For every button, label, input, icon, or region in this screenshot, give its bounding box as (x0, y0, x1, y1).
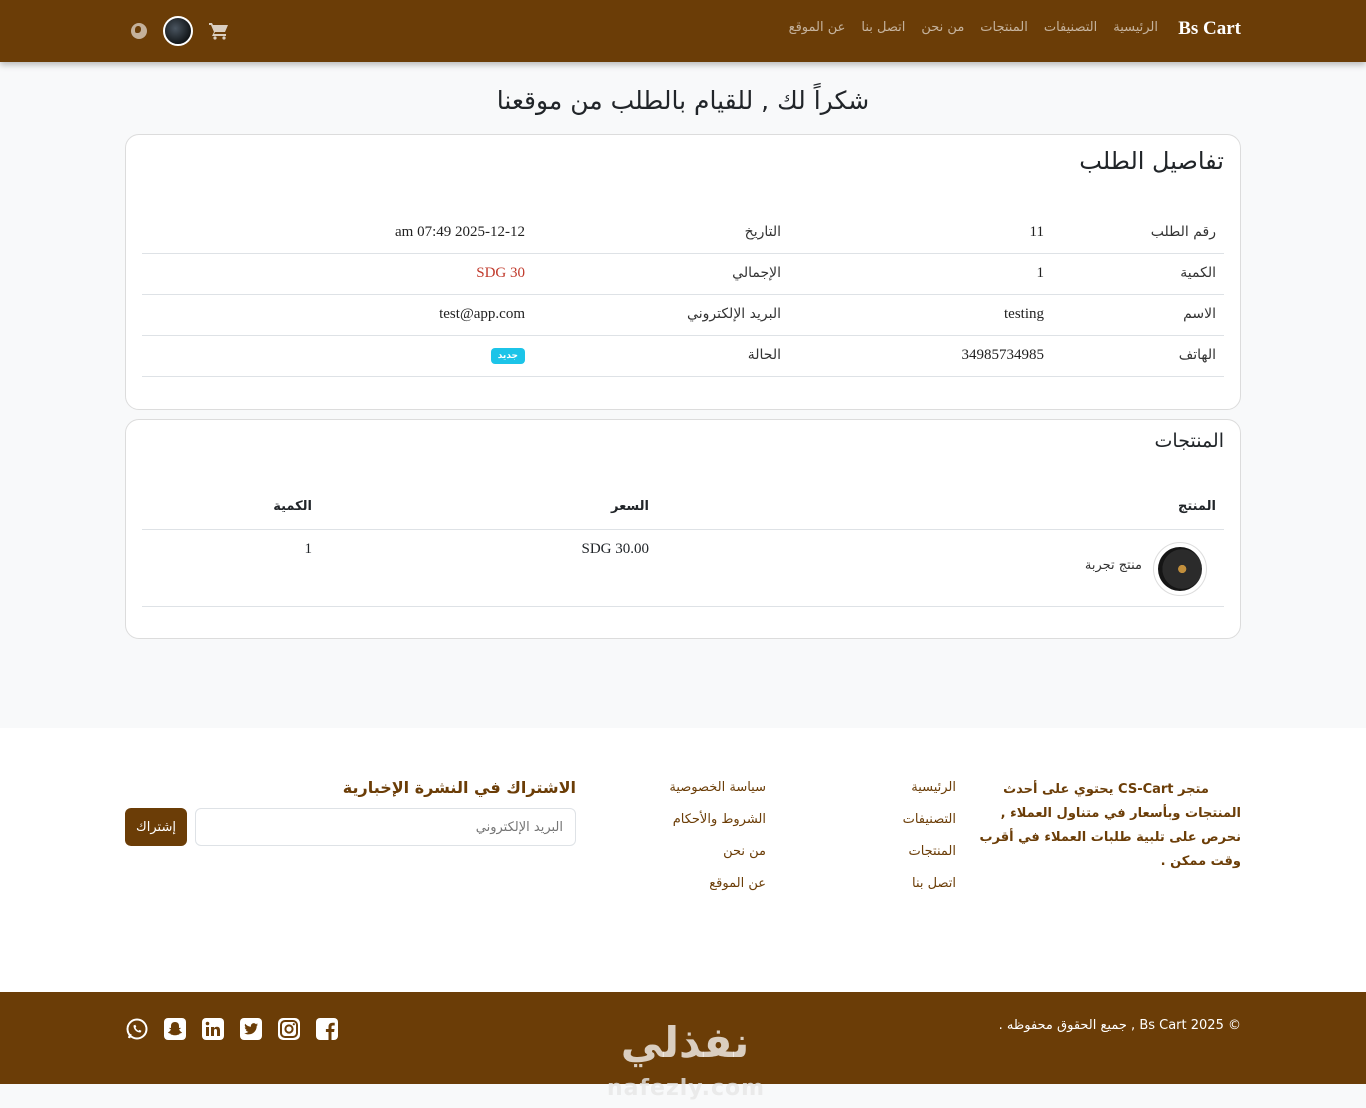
nav-about-site[interactable]: عن الموقع (789, 20, 846, 35)
facebook-icon[interactable] (315, 1017, 339, 1041)
nav-contact[interactable]: اتصل بنا (861, 20, 905, 35)
name-label: الاسم (1183, 306, 1216, 322)
footer-link-about-us[interactable]: من نحن (669, 842, 766, 862)
footer-links-info: سياسة الخصوصية الشروط والأحكام من نحن عن… (669, 778, 766, 894)
footer-about-text: المنتجات وبأسعار في متناول العملاء , نحر… (979, 806, 1242, 869)
nav-categories[interactable]: التصنيفات (1044, 20, 1097, 35)
nav-about-us[interactable]: من نحن (921, 20, 964, 35)
footer-link-privacy[interactable]: سياسة الخصوصية (669, 778, 766, 798)
footer-about-title: متجر CS-Cart يحتوي على أحدث (1003, 782, 1209, 797)
total-label: الإجمالي (732, 265, 781, 281)
order-number-label: رقم الطلب (1150, 224, 1216, 240)
social-links (125, 1017, 339, 1041)
footer-link-contact[interactable]: اتصل بنا (903, 874, 956, 894)
date-label: التاريخ (744, 224, 781, 240)
user-avatar[interactable] (163, 16, 193, 46)
phone-value: 34985734985 (961, 347, 1045, 363)
total-value: 30 SDG (476, 265, 525, 281)
detail-row: رقم الطلب 11 التاريخ 2025-12-12 07:49 am (142, 213, 1224, 254)
page-title: شكراً لك , للقيام بالطلب من موقعنا (496, 86, 870, 115)
order-details-title: تفاصيل الطلب (1079, 147, 1224, 175)
nav-links: الرئيسية التصنيفات المنتجات من نحن اتصل … (789, 20, 1158, 35)
nav-icons (131, 16, 229, 46)
twitter-icon[interactable] (239, 1017, 263, 1041)
instagram-icon[interactable] (277, 1017, 301, 1041)
phone-label: الهاتف (1178, 347, 1216, 363)
status-label: الحالة (747, 347, 781, 363)
name-value: testing (1004, 306, 1044, 322)
email-label: البريد الإلكتروني (687, 306, 781, 322)
navbar: Bs Cart الرئيسية التصنيفات المنتجات من ن… (0, 0, 1366, 62)
product-price: SDG 30.00 (581, 541, 649, 557)
status-badge: جديد (490, 348, 525, 364)
quantity-column-header: الكمية (273, 499, 312, 514)
footer: متجر CS-Cart يحتوي على أحدث المنتجات وبأ… (0, 728, 1366, 992)
product-image[interactable] (1153, 542, 1207, 596)
footer-link-about-site[interactable]: عن الموقع (669, 874, 766, 894)
detail-row: الكمية 1 الإجمالي 30 SDG (142, 254, 1224, 295)
order-number-value: 11 (1029, 224, 1044, 240)
date-value: 2025-12-12 07:49 am (395, 224, 525, 240)
email-value: test@app.com (439, 306, 525, 322)
footer-about: متجر CS-Cart يحتوي على أحدث المنتجات وبأ… (971, 778, 1242, 874)
newsletter-email-input[interactable] (195, 808, 576, 846)
snapchat-icon[interactable] (163, 1017, 187, 1041)
detail-row: الهاتف 34985734985 الحالة جديد (142, 336, 1224, 377)
footer-link-home[interactable]: الرئيسية (903, 778, 956, 798)
brand-logo[interactable]: Bs Cart (1178, 18, 1241, 40)
products-table-header: المنتج السعر الكمية (142, 490, 1224, 530)
product-column-header: المنتج (1177, 499, 1216, 514)
whatsapp-icon[interactable] (125, 1017, 149, 1041)
cart-icon[interactable] (209, 22, 229, 40)
watermark-url: nafezly.com (606, 1076, 766, 1101)
quantity-label: الكمية (1180, 265, 1216, 281)
subscribe-button[interactable]: إشتراك (125, 808, 187, 846)
table-row: منتج تجربة SDG 30.00 1 (142, 530, 1224, 607)
nav-home[interactable]: الرئيسية (1113, 20, 1158, 35)
footer-link-terms[interactable]: الشروط والأحكام (669, 810, 766, 830)
footer-link-products[interactable]: المنتجات (903, 842, 956, 862)
copyright: © 2025 Bs Cart , جميع الحقوق محفوظه . (998, 1018, 1241, 1033)
quantity-value: 1 (1036, 265, 1045, 281)
footer-link-categories[interactable]: التصنيفات (903, 810, 956, 830)
globe-icon[interactable] (131, 23, 147, 39)
products-title: المنتجات (1154, 430, 1224, 452)
product-quantity: 1 (304, 541, 313, 557)
watermark-logo: نفذلي (620, 1018, 750, 1067)
price-column-header: السعر (611, 499, 649, 514)
detail-row: الاسم testing البريد الإلكتروني test@app… (142, 295, 1224, 336)
footer-links-main: الرئيسية التصنيفات المنتجات اتصل بنا (903, 778, 956, 894)
product-name[interactable]: منتج تجربة (1085, 558, 1142, 573)
newsletter-title: الاشتراك في النشرة الإخبارية (342, 778, 576, 797)
nav-products[interactable]: المنتجات (980, 20, 1028, 35)
linkedin-icon[interactable] (201, 1017, 225, 1041)
